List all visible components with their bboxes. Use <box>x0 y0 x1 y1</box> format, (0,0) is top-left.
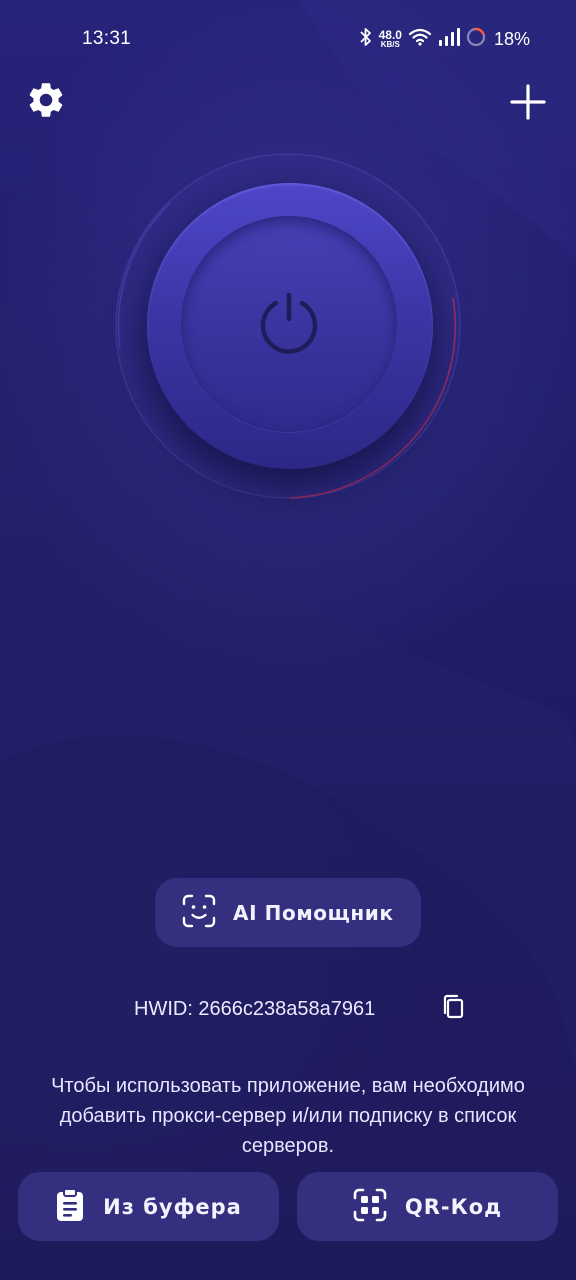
gear-icon <box>25 79 67 125</box>
battery-percent: 18% <box>493 28 530 49</box>
ai-assistant-button[interactable]: AI Помощник <box>155 878 421 947</box>
plus-icon <box>509 83 547 125</box>
info-text: Чтобы использовать приложение, вам необх… <box>51 1075 525 1157</box>
net-speed: 48.0 KB/S <box>379 29 402 49</box>
hwid-row: HWID: 2666c238a58a7961 <box>134 994 375 1024</box>
power-area <box>110 148 466 504</box>
power-icon <box>256 289 322 359</box>
power-button[interactable] <box>181 216 397 432</box>
copy-hwid-button[interactable] <box>438 994 468 1024</box>
wifi-icon <box>408 27 432 52</box>
ai-assistant-label: AI Помощник <box>233 900 394 925</box>
clipboard-icon <box>55 1187 85 1226</box>
signal-icon <box>438 27 460 51</box>
net-speed-unit: KB/S <box>380 40 400 49</box>
bluetooth-icon <box>359 27 373 52</box>
status-bar: 13:31 48.0 KB/S 18% <box>0 0 576 78</box>
from-clipboard-button[interactable]: Из буфера <box>18 1172 279 1241</box>
face-scan-icon <box>181 893 217 933</box>
settings-button[interactable] <box>18 74 74 130</box>
qr-code-button[interactable]: QR-Код <box>297 1172 558 1241</box>
from-clipboard-label: Из буфера <box>103 1194 242 1219</box>
qr-scan-icon <box>353 1188 387 1226</box>
battery-ring-icon <box>466 27 486 52</box>
hwid-text: HWID: 2666c238a58a7961 <box>134 997 376 1020</box>
qr-code-label: QR-Код <box>404 1194 503 1219</box>
status-icons: 48.0 KB/S 18% <box>359 26 530 52</box>
status-time: 13:31 <box>82 28 132 49</box>
copy-icon <box>441 994 465 1024</box>
add-button[interactable] <box>500 76 556 132</box>
